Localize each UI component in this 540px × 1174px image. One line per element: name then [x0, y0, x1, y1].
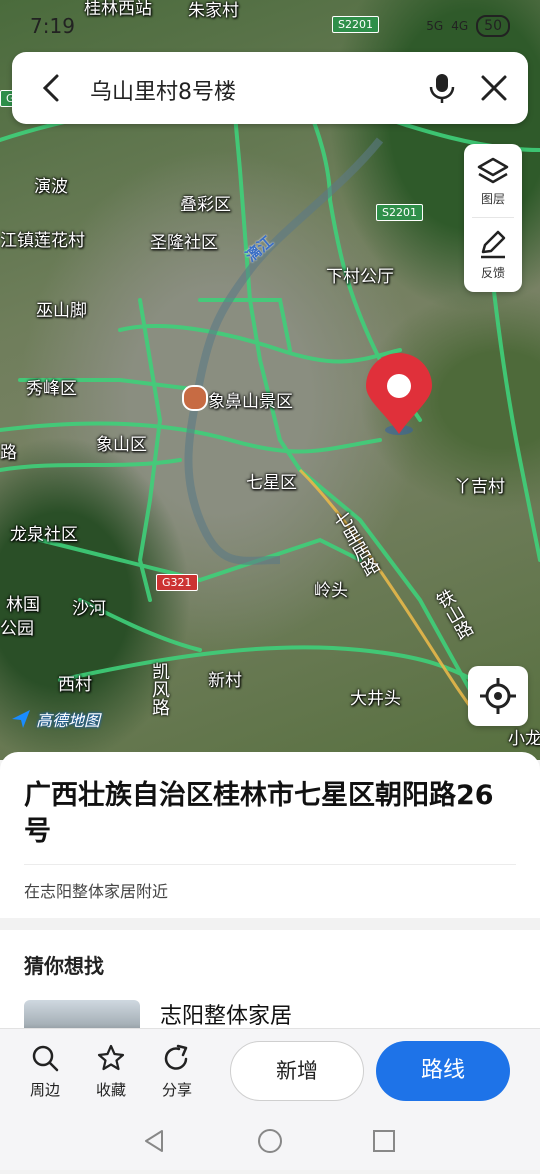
map-label-yajicun: 丫吉村 — [454, 477, 505, 497]
pencil-icon — [481, 230, 506, 259]
map-label-yanbo: 演波 — [34, 177, 68, 197]
map-label-xiangshan: 象山区 — [96, 435, 147, 455]
layers-button[interactable]: 图层 — [464, 144, 522, 216]
layers-label: 图层 — [480, 192, 505, 206]
road-shield-s2201-mid: S2201 — [376, 204, 423, 221]
my-location-button[interactable] — [468, 666, 528, 726]
map-label-dajingtou: 大井头 — [350, 689, 401, 709]
share-label: 分享 — [161, 1081, 192, 1099]
search-bar[interactable]: 乌山里村8号楼 — [12, 52, 528, 124]
search-query[interactable]: 乌山里村8号楼 — [90, 74, 236, 106]
nav-back-icon[interactable] — [145, 1130, 163, 1152]
favorite-button[interactable]: 收藏 — [86, 1043, 136, 1100]
battery-indicator: 50 — [476, 15, 510, 37]
favorite-label: 收藏 — [95, 1081, 126, 1099]
map-side-panel: 图层 反馈 — [464, 144, 522, 292]
card-divider — [24, 864, 516, 865]
map-label-xiangbi: 象鼻山景区 — [208, 392, 293, 412]
map-label-diecai: 叠彩区 — [180, 195, 231, 215]
back-arrow-icon[interactable] — [34, 70, 70, 106]
map-label-xiaolong: 小龙 — [508, 729, 540, 749]
map-label-lingtou: 岭头 — [314, 581, 348, 601]
suggestion-section: 猜你想找 志阳整体家居 — [0, 930, 540, 1040]
place-address: 广西壮族自治区桂林市七星区朝阳路26号 — [24, 780, 494, 847]
bottom-action-bar: 周边 收藏 分享 新增 路线 — [0, 1028, 540, 1113]
amap-logo: 高德地图 — [10, 707, 100, 731]
crosshair-icon — [480, 678, 516, 714]
map-label-wushan: 巫山脚 — [36, 301, 87, 321]
search-icon — [32, 1045, 59, 1072]
map-label-longquan: 龙泉社区 — [10, 525, 78, 545]
map-label-xiacun: 下村公厅 — [326, 267, 394, 287]
logo-text: 高德地图 — [36, 711, 101, 730]
status-time: 7:19 — [30, 14, 75, 38]
place-card[interactable]: 广西壮族自治区桂林市七星区朝阳路26号 在志阳整体家居附近 — [0, 752, 540, 918]
road-shield-g321: G321 — [156, 574, 198, 591]
road-label-kaifeng: 凯风路 — [149, 662, 170, 716]
feedback-label: 反馈 — [480, 266, 505, 280]
map-label-xiufeng: 秀峰区 — [26, 379, 77, 399]
nav-recents-icon[interactable] — [373, 1130, 395, 1152]
share-button[interactable]: 分享 — [152, 1043, 202, 1100]
add-button[interactable]: 新增 — [230, 1041, 364, 1101]
layers-icon — [477, 157, 509, 184]
map-label-forest-park-2: 公园 — [0, 619, 34, 639]
suggestion-title: 猜你想找 — [24, 954, 104, 978]
nearby-label: 周边 — [29, 1081, 60, 1099]
place-nearby-text: 在志阳整体家居附近 — [24, 882, 169, 901]
map-label-lianhua: 江镇莲花村 — [0, 231, 85, 251]
map-label-xincun: 新村 — [208, 671, 242, 691]
map-label-qixing: 七星区 — [246, 473, 297, 493]
route-button[interactable]: 路线 — [376, 1041, 510, 1101]
logo-icon — [12, 710, 30, 728]
system-nav-bar — [0, 1112, 540, 1170]
map-label-xicun: 西村 — [58, 675, 92, 695]
status-bar: 7:19 5G 4G 50 — [0, 0, 540, 50]
map-label-lu: 路 — [0, 443, 17, 463]
microphone-icon[interactable] — [424, 70, 460, 106]
scenic-poi-icon[interactable] — [182, 385, 208, 411]
suggestion-item-name[interactable]: 志阳整体家居 — [160, 998, 292, 1030]
star-icon — [97, 1044, 125, 1071]
map-label-shenglong: 圣隆社区 — [150, 233, 218, 253]
nav-home-icon[interactable] — [258, 1129, 282, 1153]
signal-4g: 4G — [451, 19, 469, 33]
share-icon — [164, 1044, 188, 1070]
close-icon[interactable] — [476, 70, 512, 106]
nav-buttons — [145, 1129, 395, 1153]
location-pin-icon[interactable] — [364, 352, 434, 436]
nearby-button[interactable]: 周边 — [20, 1043, 70, 1100]
status-icons: 5G 4G 50 — [426, 15, 510, 37]
feedback-button[interactable]: 反馈 — [464, 218, 522, 290]
signal-5g: 5G — [426, 19, 444, 33]
map-label-shahe: 沙河 — [72, 599, 106, 619]
map-label-forest-park-1: 林国 — [6, 595, 40, 615]
